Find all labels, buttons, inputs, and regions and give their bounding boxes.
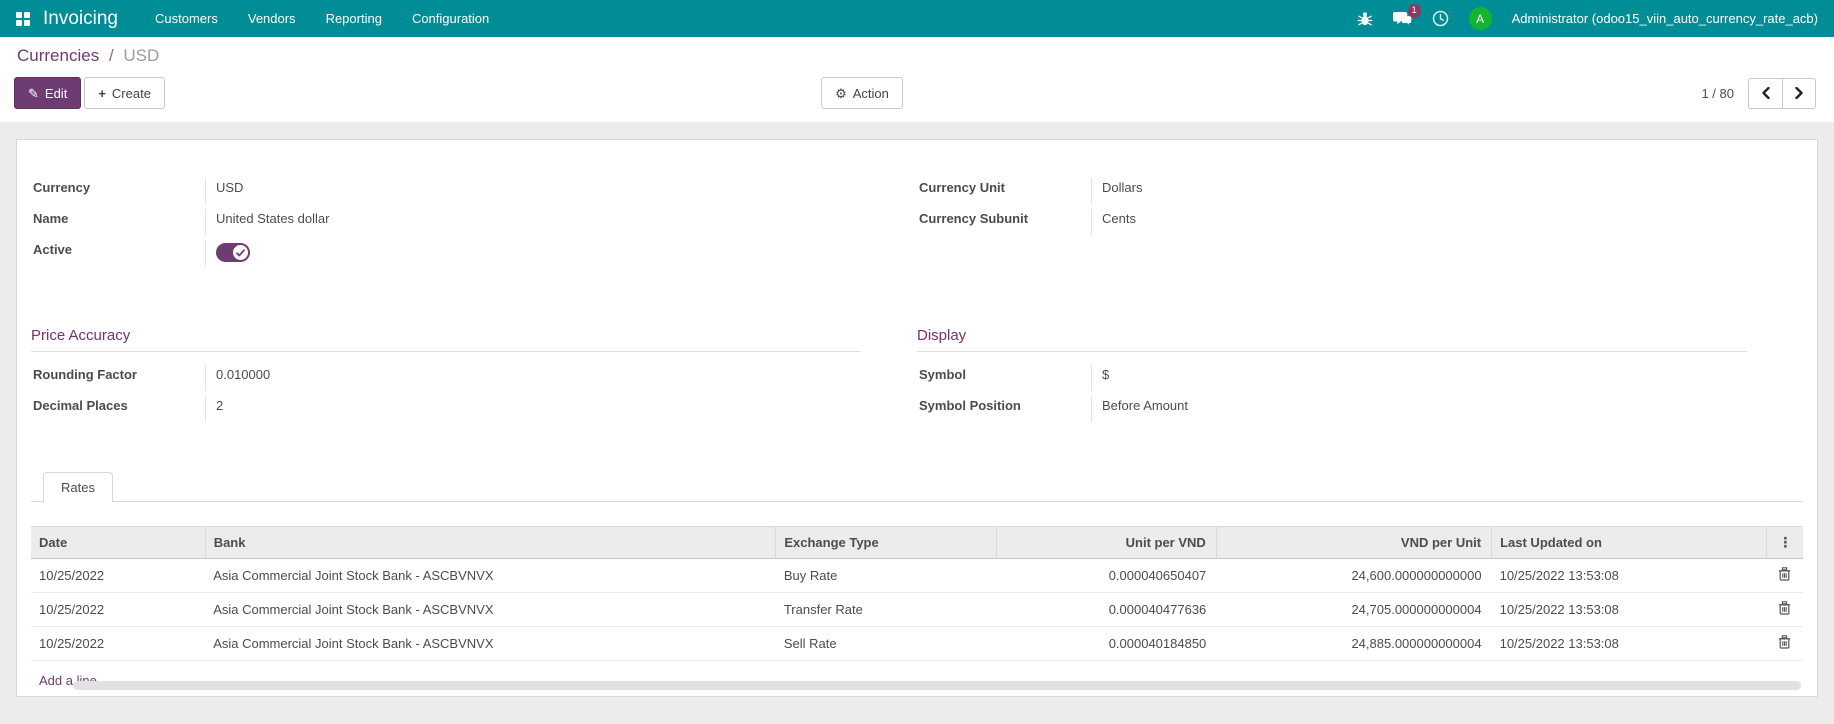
cell-unit-per-vnd[interactable]: 0.000040477636 [996, 593, 1216, 627]
content-area: Currency USD Name United States dollar A… [0, 122, 1834, 724]
trash-icon [1778, 567, 1791, 581]
breadcrumb-separator: / [109, 46, 114, 65]
delete-row-button[interactable] [1778, 601, 1791, 615]
cell-vnd-per-unit[interactable]: 24,885.000000000004 [1216, 627, 1491, 661]
delete-row-button[interactable] [1778, 635, 1791, 649]
rounding-factor-value: 0.010000 [206, 365, 270, 384]
pager-count: 1 / 80 [1701, 86, 1734, 101]
currency-label: Currency [31, 178, 206, 204]
col-header-bank[interactable]: Bank [205, 527, 776, 559]
cell-vnd-per-unit[interactable]: 24,705.000000000004 [1216, 593, 1491, 627]
cell-bank[interactable]: Asia Commercial Joint Stock Bank - ASCBV… [205, 627, 776, 661]
active-label: Active [31, 240, 206, 266]
debug-bug-icon[interactable] [1357, 11, 1373, 27]
menu-configuration[interactable]: Configuration [397, 0, 504, 37]
table-row[interactable]: 10/25/2022 Asia Commercial Joint Stock B… [31, 559, 1803, 593]
active-toggle[interactable] [216, 243, 250, 262]
currency-unit-value: Dollars [1092, 178, 1142, 197]
app-name[interactable]: Invoicing [43, 8, 118, 30]
symbol-position-value: Before Amount [1092, 396, 1188, 415]
breadcrumb-current: USD [123, 46, 159, 65]
cell-bank[interactable]: Asia Commercial Joint Stock Bank - ASCBV… [205, 593, 776, 627]
cell-date[interactable]: 10/25/2022 [31, 559, 205, 593]
col-header-last-updated[interactable]: Last Updated on [1492, 527, 1767, 559]
table-row[interactable]: 10/25/2022 Asia Commercial Joint Stock B… [31, 593, 1803, 627]
top-navbar: Invoicing Customers Vendors Reporting Co… [0, 0, 1834, 37]
currency-value: USD [206, 178, 243, 197]
cell-last-updated[interactable]: 10/25/2022 13:53:08 [1492, 593, 1767, 627]
cell-bank[interactable]: Asia Commercial Joint Stock Bank - ASCBV… [205, 559, 776, 593]
cell-exchange-type[interactable]: Sell Rate [776, 627, 996, 661]
vertical-dots-icon: ⋮ [1775, 534, 1795, 551]
cell-date[interactable]: 10/25/2022 [31, 627, 205, 661]
symbol-position-label: Symbol Position [917, 396, 1092, 422]
cell-vnd-per-unit[interactable]: 24,600.000000000000 [1216, 559, 1491, 593]
screen: Invoicing Customers Vendors Reporting Co… [0, 0, 1834, 724]
table-row[interactable]: 10/25/2022 Asia Commercial Joint Stock B… [31, 627, 1803, 661]
optional-columns-button[interactable]: ⋮ [1767, 527, 1803, 559]
create-button[interactable]: + Create [84, 77, 165, 109]
cell-exchange-type[interactable]: Buy Rate [776, 559, 996, 593]
messages-icon[interactable]: 1 [1393, 11, 1412, 27]
decimal-places-value: 2 [206, 396, 223, 415]
plus-icon: + [98, 87, 106, 100]
pager-previous-button[interactable] [1748, 78, 1782, 109]
rates-table: Date Bank Exchange Type Unit per VND VND… [31, 526, 1803, 661]
edit-button[interactable]: ✎ Edit [14, 77, 81, 109]
price-accuracy-title: Price Accuracy [31, 327, 861, 352]
user-menu[interactable]: Administrator (odoo15_viin_auto_currency… [1512, 11, 1818, 26]
messages-badge: 1 [1408, 4, 1421, 18]
rounding-factor-label: Rounding Factor [31, 365, 206, 391]
cell-date[interactable]: 10/25/2022 [31, 593, 205, 627]
name-value: United States dollar [206, 209, 329, 228]
col-header-date[interactable]: Date [31, 527, 205, 559]
notebook: Rates Date Bank Exchange Type Unit per V… [31, 471, 1803, 688]
col-header-exchange-type[interactable]: Exchange Type [776, 527, 996, 559]
price-accuracy-section: Price Accuracy Rounding Factor 0.010000 … [31, 327, 917, 427]
activities-clock-icon[interactable] [1432, 10, 1449, 27]
gear-icon: ⚙ [835, 87, 847, 100]
control-panel: Currencies / USD ✎ Edit + Create ⚙ Actio… [0, 37, 1834, 122]
menu-vendors[interactable]: Vendors [233, 0, 311, 37]
pencil-icon: ✎ [28, 87, 39, 100]
menu-customers[interactable]: Customers [140, 0, 233, 37]
chevron-right-icon [1794, 87, 1804, 99]
currency-subunit-label: Currency Subunit [917, 209, 1092, 235]
menu-reporting[interactable]: Reporting [311, 0, 397, 37]
user-avatar[interactable]: A [1469, 7, 1492, 30]
symbol-label: Symbol [917, 365, 1092, 391]
pager: 1 / 80 [1701, 78, 1816, 109]
symbol-value: $ [1092, 365, 1109, 384]
currency-form-sheet: Currency USD Name United States dollar A… [16, 139, 1818, 697]
breadcrumb: Currencies / USD [17, 46, 1818, 66]
cell-unit-per-vnd[interactable]: 0.000040650407 [996, 559, 1216, 593]
col-header-unit-per-vnd[interactable]: Unit per VND [996, 527, 1216, 559]
horizontal-scrollbar[interactable] [73, 681, 1801, 690]
tab-rates[interactable]: Rates [43, 472, 113, 502]
currency-unit-label: Currency Unit [917, 178, 1092, 204]
main-menu: Customers Vendors Reporting Configuratio… [140, 0, 504, 37]
display-title: Display [917, 327, 1747, 352]
chevron-left-icon [1761, 87, 1771, 99]
pager-next-button[interactable] [1782, 78, 1816, 109]
name-label: Name [31, 209, 206, 235]
cell-exchange-type[interactable]: Transfer Rate [776, 593, 996, 627]
apps-menu-icon[interactable] [16, 12, 30, 26]
trash-icon [1778, 635, 1791, 649]
rates-header-row: Date Bank Exchange Type Unit per VND VND… [31, 527, 1803, 559]
cell-last-updated[interactable]: 10/25/2022 13:53:08 [1492, 559, 1767, 593]
action-button[interactable]: ⚙ Action [821, 77, 903, 109]
col-header-vnd-per-unit[interactable]: VND per Unit [1216, 527, 1491, 559]
breadcrumb-currencies-link[interactable]: Currencies [17, 46, 99, 65]
cell-unit-per-vnd[interactable]: 0.000040184850 [996, 627, 1216, 661]
form-group-right: Currency Unit Dollars Currency Subunit C… [917, 178, 1803, 271]
currency-subunit-value: Cents [1092, 209, 1136, 228]
display-section: Display Symbol $ Symbol Position Before … [917, 327, 1803, 427]
toggle-check-icon [233, 245, 248, 260]
delete-row-button[interactable] [1778, 567, 1791, 581]
trash-icon [1778, 601, 1791, 615]
form-group-left: Currency USD Name United States dollar A… [31, 178, 917, 271]
cell-last-updated[interactable]: 10/25/2022 13:53:08 [1492, 627, 1767, 661]
decimal-places-label: Decimal Places [31, 396, 206, 422]
